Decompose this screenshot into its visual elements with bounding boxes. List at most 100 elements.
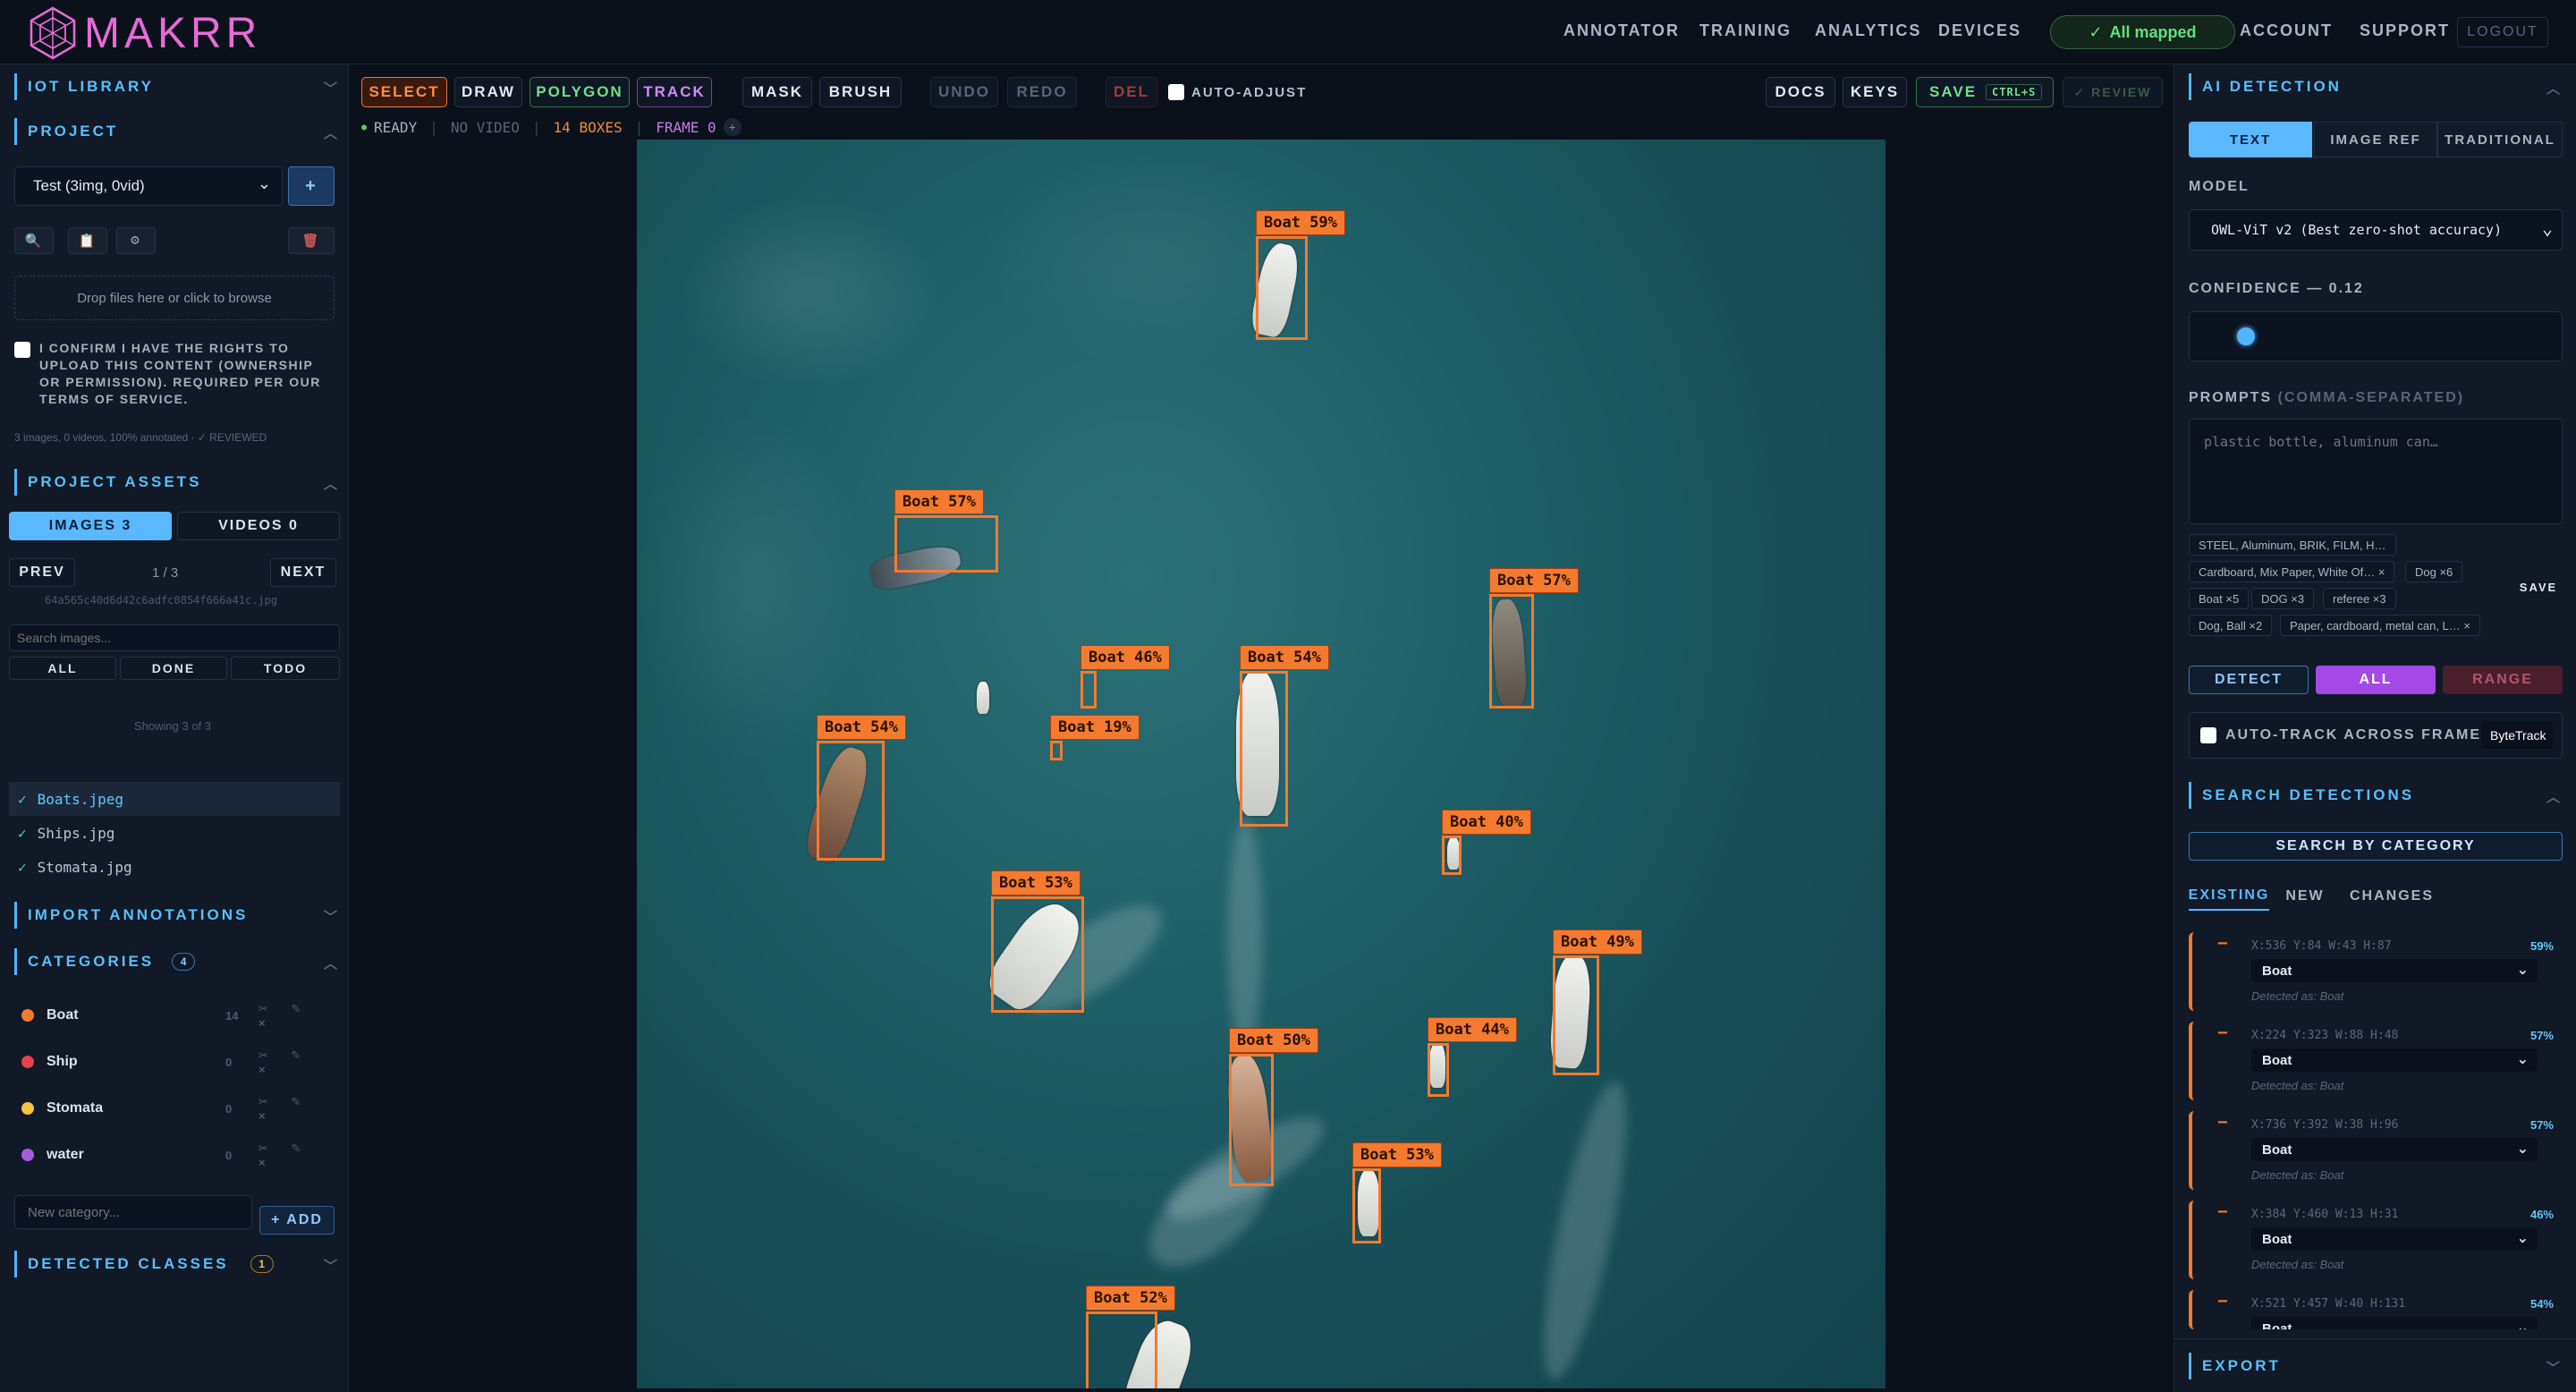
detection-box[interactable]	[1086, 1311, 1157, 1388]
detection-item[interactable]: − X:736 Y:392 W:38 H:96 57% Boat ⌄ Detected a…	[2189, 1111, 2563, 1190]
detection-box[interactable]	[1229, 1054, 1274, 1186]
category-item[interactable]: Ship 0 ✂ ✎ ×	[21, 1048, 335, 1076]
draw-tool[interactable]: DRAW	[454, 77, 522, 107]
prompt-chip[interactable]: Dog, Ball ×2	[2189, 615, 2273, 636]
add-project-button[interactable]: +	[288, 166, 335, 206]
detection-box[interactable]	[1256, 236, 1308, 340]
tab-traditional[interactable]: TRADITIONAL	[2437, 122, 2563, 157]
detection-category-select[interactable]: Boat ⌄	[2251, 1138, 2538, 1161]
tab-new[interactable]: NEW	[2276, 882, 2334, 911]
tab-text[interactable]: TEXT	[2189, 122, 2312, 157]
model-select[interactable]: OWL-ViT v2 (Best zero-shot accuracy) ⌄	[2189, 209, 2563, 250]
search-detections-header[interactable]: SEARCH DETECTIONS ︿	[2189, 782, 2563, 809]
add-category-button[interactable]: + ADD	[259, 1206, 335, 1235]
images-tab[interactable]: IMAGES 3	[9, 512, 172, 540]
prompt-chip[interactable]: STEEL, Aluminum, BRIK, FILM, H…	[2189, 534, 2396, 556]
logout-button[interactable]: LOGOUT	[2457, 17, 2548, 47]
auto-track-checkbox[interactable]	[2200, 727, 2216, 743]
detect-button[interactable]: DETECT	[2189, 666, 2309, 694]
nav-annotator[interactable]: ANNOTATOR	[1563, 21, 1680, 40]
project-assets-header[interactable]: PROJECT ASSETS ︿	[14, 469, 340, 496]
category-tools[interactable]: ✂ ✎ ×	[258, 1095, 335, 1123]
detection-item[interactable]: − X:224 Y:323 W:88 H:48 57% Boat ⌄ Detected a…	[2189, 1022, 2563, 1100]
project-header[interactable]: PROJECT ︿	[14, 118, 340, 145]
settings-icon[interactable]: ⚙	[116, 227, 156, 254]
confidence-slider[interactable]	[2189, 311, 2563, 361]
slider-thumb[interactable]	[2237, 327, 2255, 345]
minus-icon[interactable]: −	[2217, 1292, 2228, 1312]
tab-image-ref[interactable]: IMAGE REF	[2314, 122, 2437, 157]
undo-button[interactable]: UNDO	[930, 77, 998, 107]
minus-icon[interactable]: −	[2217, 1023, 2228, 1044]
prompt-chip[interactable]: Boat ×5	[2189, 588, 2250, 609]
image-canvas[interactable]: Boat 59% Boat 57% Boat 57% Boat 46% Boat…	[637, 140, 1885, 1388]
detection-box[interactable]	[1240, 671, 1288, 827]
search-by-category-button[interactable]: SEARCH BY CATEGORY	[2189, 832, 2563, 861]
nav-analytics[interactable]: ANALYTICS	[1815, 21, 1921, 40]
detection-box[interactable]	[1442, 836, 1462, 875]
category-tools[interactable]: ✂ ✎ ×	[258, 1002, 335, 1030]
detection-item[interactable]: − X:521 Y:457 W:40 H:131 54% Boat ⌄	[2189, 1290, 2563, 1329]
detection-box[interactable]	[894, 515, 998, 573]
detection-category-select[interactable]: Boat ⌄	[2251, 1317, 2538, 1329]
prompts-input[interactable]	[2189, 419, 2563, 524]
detection-category-select[interactable]: Boat ⌄	[2251, 959, 2538, 982]
prompt-chip[interactable]: DOG ×3	[2251, 588, 2315, 609]
logo[interactable]: MAKRR	[25, 5, 261, 61]
redo-button[interactable]: REDO	[1007, 77, 1077, 107]
prompt-chip[interactable]: Dog ×6	[2405, 561, 2463, 582]
detection-box[interactable]	[991, 896, 1084, 1013]
save-button[interactable]: SAVE CTRL+S	[1916, 77, 2054, 107]
filter-todo[interactable]: TODO	[231, 657, 340, 680]
detection-box[interactable]	[1553, 955, 1599, 1075]
polygon-tool[interactable]: POLYGON	[530, 77, 630, 107]
minus-icon[interactable]: −	[2217, 1113, 2228, 1133]
project-select[interactable]: Test (3img, 0vid) ⌄	[14, 166, 283, 206]
videos-tab[interactable]: VIDEOS 0	[177, 512, 340, 540]
detection-box[interactable]	[1428, 1043, 1449, 1097]
export-header[interactable]: EXPORT ﹀	[2189, 1353, 2563, 1379]
category-tools[interactable]: ✂ ✎ ×	[258, 1048, 335, 1076]
mapped-badge[interactable]: ✓ All mapped	[2050, 15, 2235, 49]
nav-account[interactable]: ACCOUNT	[2240, 21, 2333, 40]
save-prompts-button[interactable]: SAVE	[2514, 574, 2563, 599]
detection-box[interactable]	[1489, 594, 1534, 709]
file-item[interactable]: ✓ Ships.jpg	[9, 816, 340, 850]
new-category-input[interactable]	[14, 1195, 252, 1229]
brush-tool[interactable]: BRUSH	[819, 77, 902, 107]
detection-item[interactable]: − X:384 Y:460 W:13 H:31 46% Boat ⌄ Detected a…	[2189, 1201, 2563, 1279]
category-item[interactable]: Stomata 0 ✂ ✎ ×	[21, 1095, 335, 1123]
file-item[interactable]: ✓ Stomata.jpg	[9, 850, 340, 884]
category-item[interactable]: Boat 14 ✂ ✎ ×	[21, 1002, 335, 1030]
minus-icon[interactable]: −	[2217, 1202, 2228, 1223]
dropzone[interactable]: Drop files here or click to browse	[14, 276, 335, 320]
ai-detection-header[interactable]: AI DETECTION ︿	[2189, 73, 2563, 100]
search-icon[interactable]: 🔍	[14, 227, 54, 254]
detection-box[interactable]	[1080, 671, 1097, 709]
clipboard-icon[interactable]: 📋	[68, 227, 107, 254]
detection-box[interactable]	[1352, 1168, 1381, 1243]
category-tools[interactable]: ✂ ✎ ×	[258, 1142, 335, 1169]
trash-icon[interactable]: 🗑	[288, 227, 335, 254]
prompt-chip[interactable]: Paper, cardboard, metal can, L… ×	[2280, 615, 2480, 636]
import-annotations-header[interactable]: IMPORT ANNOTATIONS ﹀	[14, 902, 340, 929]
auto-adjust-checkbox[interactable]	[1168, 84, 1184, 100]
detection-box[interactable]	[1050, 741, 1063, 760]
keys-button[interactable]: KEYS	[1843, 77, 1907, 107]
categories-header[interactable]: CATEGORIES 4 ︿	[14, 948, 340, 975]
detection-item[interactable]: − X:536 Y:84 W:43 H:87 59% Boat ⌄ Detected as…	[2189, 932, 2563, 1011]
minus-icon[interactable]: −	[2217, 934, 2228, 955]
search-images-input[interactable]	[9, 624, 340, 651]
tab-existing[interactable]: EXISTING	[2189, 882, 2269, 911]
confirm-checkbox[interactable]	[14, 342, 30, 358]
file-item[interactable]: ✓ Boats.jpeg	[9, 782, 340, 816]
nav-support[interactable]: SUPPORT	[2360, 21, 2450, 40]
next-button[interactable]: NEXT	[270, 558, 336, 587]
range-button[interactable]: RANGE	[2443, 666, 2563, 694]
nav-training[interactable]: TRAINING	[1699, 21, 1792, 40]
detection-box[interactable]	[817, 741, 885, 861]
nav-devices[interactable]: DEVICES	[1938, 21, 2021, 40]
add-frame-icon[interactable]: +	[723, 118, 741, 136]
prompt-chip[interactable]: referee ×3	[2323, 588, 2396, 609]
filter-done[interactable]: DONE	[120, 657, 227, 680]
